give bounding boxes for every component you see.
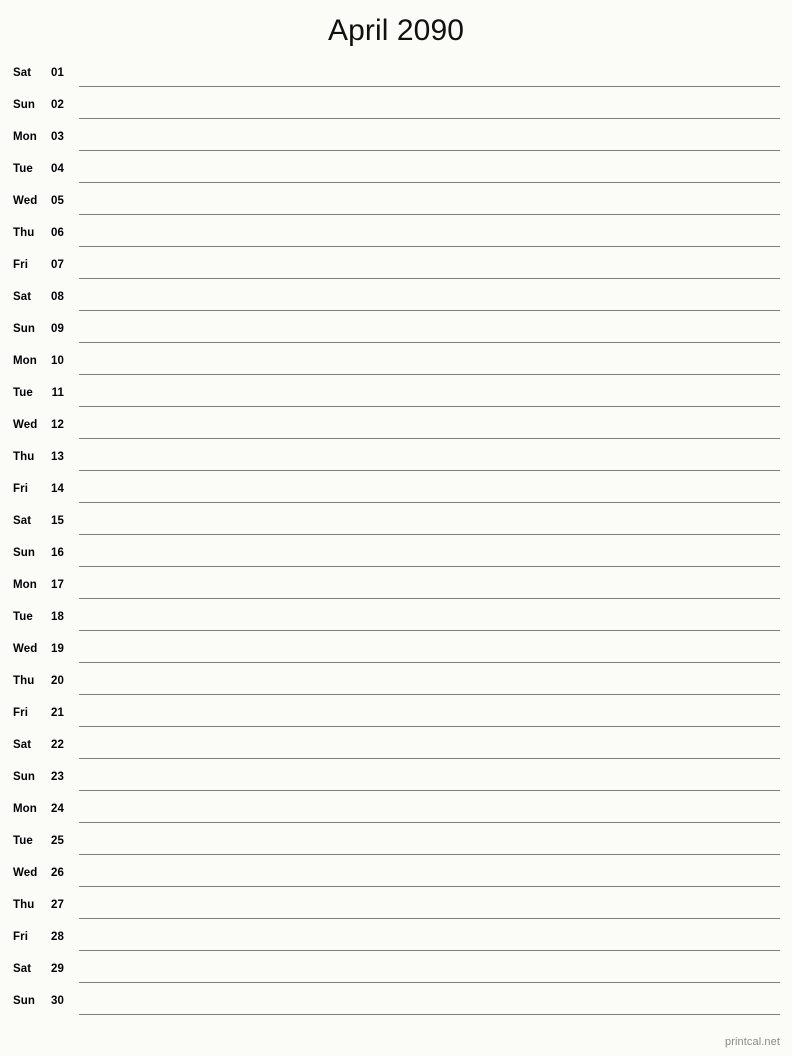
- day-number-label: 25: [51, 835, 64, 847]
- day-number-label: 01: [51, 67, 64, 79]
- day-number-label: 13: [51, 451, 64, 463]
- day-writing-line[interactable]: [79, 726, 780, 727]
- day-number-label: 09: [51, 323, 64, 335]
- day-row[interactable]: Wed 05: [0, 191, 792, 223]
- day-row[interactable]: Sun 09: [0, 319, 792, 351]
- day-number-label: 08: [51, 291, 64, 303]
- day-writing-line[interactable]: [79, 182, 780, 183]
- day-number-label: 30: [51, 995, 64, 1007]
- day-writing-line[interactable]: [79, 470, 780, 471]
- day-number-label: 19: [51, 643, 64, 655]
- day-writing-line[interactable]: [79, 502, 780, 503]
- day-number-label: 24: [51, 803, 64, 815]
- day-number-label: 07: [51, 259, 64, 271]
- day-number-label: 22: [51, 739, 64, 751]
- day-row[interactable]: Wed 19: [0, 639, 792, 671]
- day-number-label: 28: [51, 931, 64, 943]
- day-writing-line[interactable]: [79, 86, 780, 87]
- day-row[interactable]: Sun 23: [0, 767, 792, 799]
- day-row[interactable]: Tue 18: [0, 607, 792, 639]
- day-row[interactable]: Tue 11: [0, 383, 792, 415]
- day-row[interactable]: Thu 20: [0, 671, 792, 703]
- day-row[interactable]: Tue 04: [0, 159, 792, 191]
- day-row[interactable]: Mon 03: [0, 127, 792, 159]
- day-row[interactable]: Sat 01: [0, 63, 792, 95]
- calendar-page: April 2090 Sat 01 Sun 02 Mon 03 Tue 04 Wed 05 Thu 0…: [0, 0, 792, 1056]
- day-number-label: 11: [51, 387, 64, 399]
- day-row[interactable]: Sat 08: [0, 287, 792, 319]
- day-writing-line[interactable]: [79, 342, 780, 343]
- day-number-label: 18: [51, 611, 64, 623]
- day-writing-line[interactable]: [79, 310, 780, 311]
- day-writing-line[interactable]: [79, 598, 780, 599]
- day-number-label: 05: [51, 195, 64, 207]
- day-number-label: 26: [51, 867, 64, 879]
- day-writing-line[interactable]: [79, 374, 780, 375]
- day-writing-line[interactable]: [79, 566, 780, 567]
- day-writing-line[interactable]: [79, 1014, 780, 1015]
- day-row[interactable]: Sun 16: [0, 543, 792, 575]
- day-row[interactable]: Mon 17: [0, 575, 792, 607]
- day-writing-line[interactable]: [79, 662, 780, 663]
- day-number-label: 20: [51, 675, 64, 687]
- day-row-list: Sat 01 Sun 02 Mon 03 Tue 04 Wed 05 Thu 06 Fri 07 Sat 08…: [0, 63, 792, 1023]
- day-row[interactable]: Mon 24: [0, 799, 792, 831]
- day-writing-line[interactable]: [79, 982, 780, 983]
- day-writing-line[interactable]: [79, 630, 780, 631]
- day-writing-line[interactable]: [79, 886, 780, 887]
- day-writing-line[interactable]: [79, 854, 780, 855]
- day-writing-line[interactable]: [79, 438, 780, 439]
- day-writing-line[interactable]: [79, 822, 780, 823]
- day-number-label: 21: [51, 707, 64, 719]
- day-number-label: 04: [51, 163, 64, 175]
- day-writing-line[interactable]: [79, 246, 780, 247]
- day-row[interactable]: Wed 26: [0, 863, 792, 895]
- day-row[interactable]: Thu 27: [0, 895, 792, 927]
- day-number-label: 29: [51, 963, 64, 975]
- day-number-label: 12: [51, 419, 64, 431]
- footer-attribution: printcal.net: [724, 1036, 780, 1048]
- day-row[interactable]: Thu 06: [0, 223, 792, 255]
- day-row[interactable]: Thu 13: [0, 447, 792, 479]
- day-row[interactable]: Fri 14: [0, 479, 792, 511]
- day-writing-line[interactable]: [79, 278, 780, 279]
- day-writing-line[interactable]: [79, 150, 780, 151]
- day-number-label: 23: [51, 771, 64, 783]
- day-number-label: 02: [51, 99, 64, 111]
- day-writing-line[interactable]: [79, 918, 780, 919]
- day-writing-line[interactable]: [79, 214, 780, 215]
- day-number-label: 14: [51, 483, 64, 495]
- day-row[interactable]: Sat 15: [0, 511, 792, 543]
- day-row[interactable]: Fri 21: [0, 703, 792, 735]
- day-row[interactable]: Sun 02: [0, 95, 792, 127]
- day-row[interactable]: Sat 22: [0, 735, 792, 767]
- day-writing-line[interactable]: [79, 534, 780, 535]
- day-number-label: 15: [51, 515, 64, 527]
- day-row[interactable]: Sun 30: [0, 991, 792, 1023]
- page-title: April 2090: [327, 14, 465, 47]
- day-row[interactable]: Tue 25: [0, 831, 792, 863]
- day-writing-line[interactable]: [79, 790, 780, 791]
- day-row[interactable]: Fri 07: [0, 255, 792, 287]
- day-row[interactable]: Wed 12: [0, 415, 792, 447]
- day-writing-line[interactable]: [79, 406, 780, 407]
- day-row[interactable]: Mon 10: [0, 351, 792, 383]
- day-number-label: 17: [51, 579, 64, 591]
- day-row[interactable]: Sat 29: [0, 959, 792, 991]
- day-writing-line[interactable]: [79, 758, 780, 759]
- day-number-label: 06: [51, 227, 64, 239]
- day-number-label: 03: [51, 131, 64, 143]
- day-row[interactable]: Fri 28: [0, 927, 792, 959]
- day-number-label: 10: [51, 355, 64, 367]
- day-number-label: 27: [51, 899, 64, 911]
- day-writing-line[interactable]: [79, 694, 780, 695]
- day-writing-line[interactable]: [79, 118, 780, 119]
- day-writing-line[interactable]: [79, 950, 780, 951]
- day-number-label: 16: [51, 547, 64, 559]
